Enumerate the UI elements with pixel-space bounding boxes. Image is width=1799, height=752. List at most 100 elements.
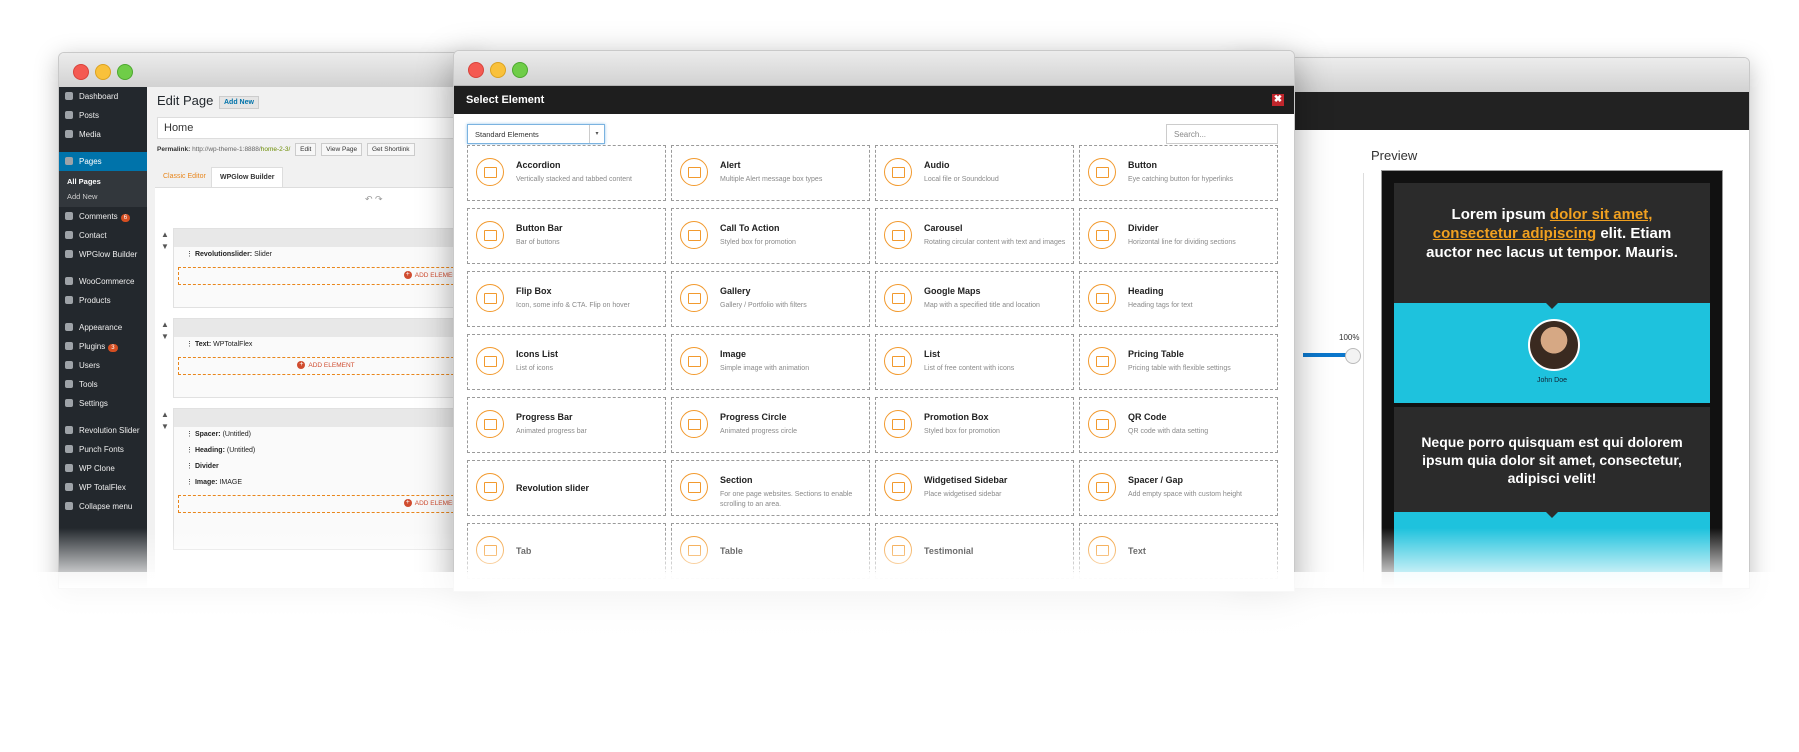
undo-redo-icons[interactable]: ↶ ↷ <box>365 194 383 205</box>
wordpress-editor-window: Dashboard Posts Media Pages All Pages Add New… <box>58 52 480 589</box>
element-card-heading[interactable]: Heading Heading tags for text <box>1079 271 1278 327</box>
element-card-qr-code[interactable]: QR Code QR code with data setting <box>1079 397 1278 453</box>
element-row[interactable]: ⋮ Text: WPTotalFlex <box>174 337 478 353</box>
element-card-title: Revolution slider <box>516 483 590 493</box>
element-card-alert[interactable]: Alert Multiple Alert message box types <box>671 145 870 201</box>
element-card-section[interactable]: Section For one page websites. Sections t… <box>671 460 870 516</box>
element-card-icons-list[interactable]: Icons List List of icons <box>467 334 666 390</box>
text-icon <box>1088 536 1116 564</box>
element-card-text[interactable]: Text <box>1079 523 1278 579</box>
submenu-item[interactable]: All Pages <box>59 174 147 189</box>
sidebar-item-wp-clone[interactable]: WP Clone <box>59 459 147 478</box>
element-row[interactable]: ⋮ Divider <box>174 459 478 475</box>
add-element-button[interactable]: + ADD ELEMENT <box>178 267 474 285</box>
element-card-table[interactable]: Table <box>671 523 870 579</box>
add-element-button[interactable]: + ADD ELEMENT <box>178 357 474 375</box>
row-header[interactable] <box>174 409 478 427</box>
element-card-carousel[interactable]: Carousel Rotating circular content with t… <box>875 208 1074 264</box>
sidebar-item-woocommerce[interactable]: WooCommerce <box>59 272 147 291</box>
element-card-progress-bar[interactable]: Progress Bar Animated progress bar <box>467 397 666 453</box>
sidebar-item-punch-fonts[interactable]: Punch Fonts <box>59 440 147 459</box>
sidebar-item-appearance[interactable]: Appearance <box>59 318 147 337</box>
tab-classic-editor[interactable]: Classic Editor <box>155 167 214 187</box>
sidebar-item-contact[interactable]: Contact <box>59 226 147 245</box>
element-card-revolution-slider[interactable]: Revolution slider <box>467 460 666 516</box>
add-new-button[interactable]: Add New <box>219 96 259 109</box>
row-move-icons[interactable]: ▲ ▼ <box>158 409 172 433</box>
sidebar-item-tools[interactable]: Tools <box>59 375 147 394</box>
add-element-button[interactable]: + ADD ELEMENT <box>178 495 474 513</box>
element-card-button-bar[interactable]: Button Bar Bar of buttons <box>467 208 666 264</box>
element-card-progress-circle[interactable]: Progress Circle Animated progress circle <box>671 397 870 453</box>
count-badge: 6 <box>120 214 131 222</box>
element-row[interactable]: ⋮ Heading: (Untitled) <box>174 443 478 459</box>
get-shortlink-button[interactable]: Get Shortlink <box>366 143 415 156</box>
plus-icon: + <box>297 361 306 370</box>
search-input[interactable]: Search... <box>1166 124 1278 144</box>
maximize-window-button[interactable] <box>512 62 528 78</box>
element-card-image[interactable]: Image Simple image with animation <box>671 334 870 390</box>
sidebar-item-users[interactable]: Users <box>59 356 147 375</box>
button-bar-icon <box>476 221 504 249</box>
close-window-button[interactable] <box>73 64 89 80</box>
sidebar-item-settings[interactable]: Settings <box>59 394 147 413</box>
close-window-button[interactable] <box>468 62 484 78</box>
sidebar-item-posts[interactable]: Posts <box>59 106 147 125</box>
element-row[interactable]: ⋮ Spacer: (Untitled) <box>174 427 478 443</box>
element-card-audio[interactable]: Audio Local file or Soundcloud <box>875 145 1074 201</box>
element-card-flip-box[interactable]: Flip Box Icon, some info & CTA. Flip on h… <box>467 271 666 327</box>
permalink-bar: Permalink: http://wp-theme-1:8888/home-2… <box>157 143 415 156</box>
page-title-input[interactable]: Home <box>157 117 465 139</box>
element-card-gallery[interactable]: Gallery Gallery / Portfolio with filters <box>671 271 870 327</box>
element-card-google-maps[interactable]: Google Maps Map with a specified title an… <box>875 271 1074 327</box>
sidebar-item-dashboard[interactable]: Dashboard <box>59 87 147 106</box>
element-card-accordion[interactable]: Accordion Vertically stacked and tabbed c… <box>467 145 666 201</box>
row-header[interactable] <box>174 229 478 247</box>
view-page-button[interactable]: View Page <box>321 143 363 156</box>
element-card-promotion-box[interactable]: Promotion Box Styled box for promotion <box>875 397 1074 453</box>
element-card-pricing-table[interactable]: Pricing Table Pricing table with flexible… <box>1079 334 1278 390</box>
sidebar-item-wpglow-builder[interactable]: WPGlow Builder <box>59 245 147 264</box>
sidebar-item-revolution-slider[interactable]: Revolution Slider <box>59 421 147 440</box>
close-icon[interactable]: ✖ <box>1272 94 1284 106</box>
element-card-list[interactable]: List List of free content with icons <box>875 334 1074 390</box>
testimonial-icon <box>884 536 912 564</box>
element-card-button[interactable]: Button Eye catching button for hyperlinks <box>1079 145 1278 201</box>
minimize-window-button[interactable] <box>95 64 111 80</box>
maximize-window-button[interactable] <box>117 64 133 80</box>
sidebar-item-comments[interactable]: Comments 6 <box>59 207 147 226</box>
element-card-title: Progress Bar <box>516 412 573 422</box>
element-category-select[interactable]: Standard Elements ▾ <box>467 124 605 144</box>
sidebar-item-wp-totalflex[interactable]: WP TotalFlex <box>59 478 147 497</box>
row-header[interactable] <box>174 319 478 337</box>
zoom-slider-handle[interactable] <box>1345 348 1361 364</box>
minimize-window-button[interactable] <box>490 62 506 78</box>
list-icon <box>884 347 912 375</box>
sidebar-icon <box>884 473 912 501</box>
element-card-widgetised-sidebar[interactable]: Widgetised Sidebar Place widgetised sideb… <box>875 460 1074 516</box>
element-card-tab[interactable]: Tab <box>467 523 666 579</box>
element-row[interactable]: ⋮ Image: IMAGE <box>174 475 478 491</box>
element-card-call-to-action[interactable]: Call To Action Styled box for promotion <box>671 208 870 264</box>
row-move-icons[interactable]: ▲ ▼ <box>158 229 172 253</box>
element-card-divider[interactable]: Divider Horizontal line for dividing sect… <box>1079 208 1278 264</box>
edit-permalink-button[interactable]: Edit <box>295 143 317 156</box>
permalink-slug[interactable]: home-2-3/ <box>261 146 291 153</box>
sidebar-item-plugins[interactable]: Plugins 3 <box>59 337 147 356</box>
row-move-icons[interactable]: ▲ ▼ <box>158 319 172 343</box>
element-row[interactable]: ⋮ Revolutionslider: Slider <box>174 247 478 263</box>
alert-icon <box>680 158 708 186</box>
submenu-item[interactable]: Add New <box>59 189 147 204</box>
tab-wpglow-builder[interactable]: WPGlow Builder <box>211 167 284 188</box>
plus-icon: + <box>403 499 412 508</box>
element-card-title: Audio <box>924 160 950 170</box>
sidebar-item-products[interactable]: Products <box>59 291 147 310</box>
settings-icon <box>65 399 73 407</box>
sidebar-item-collapse-menu[interactable]: Collapse menu <box>59 497 147 516</box>
sidebar-item-media[interactable]: Media <box>59 125 147 144</box>
element-card-title: Testimonial <box>924 546 974 556</box>
sidebar-item-pages[interactable]: Pages <box>59 152 147 171</box>
element-card-testimonial[interactable]: Testimonial <box>875 523 1074 579</box>
element-card-spacer-gap[interactable]: Spacer / Gap Add empty space with custom … <box>1079 460 1278 516</box>
sidebar-item-label: Pages <box>79 157 102 166</box>
